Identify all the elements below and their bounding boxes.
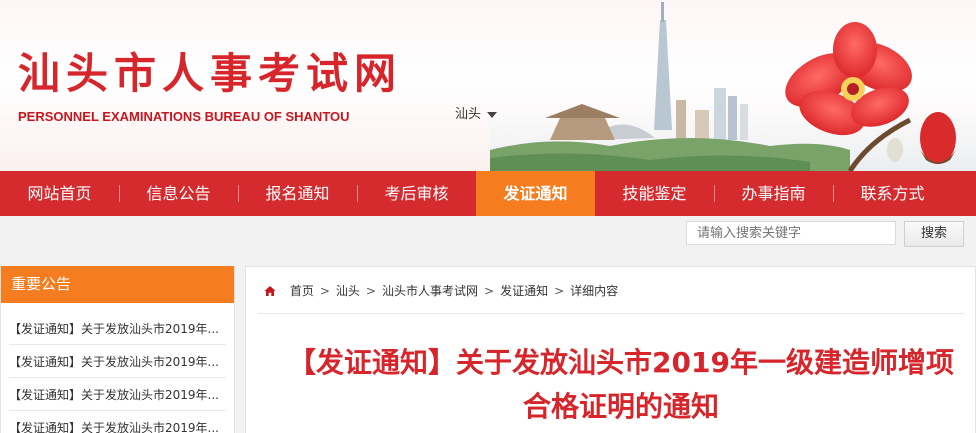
- breadcrumb-separator: >: [365, 284, 376, 298]
- city-selector[interactable]: 汕头: [455, 103, 498, 122]
- important-notices-panel: 重要公告 【发证通知】关于发放汕头市2019年... 【发证通知】关于发放汕头市…: [0, 266, 235, 433]
- nav-item-contact[interactable]: 联系方式: [833, 171, 952, 216]
- nav-item-registration[interactable]: 报名通知: [238, 171, 357, 216]
- city-selector-label: 汕头: [455, 107, 482, 122]
- breadcrumb-separator: >: [484, 284, 495, 298]
- search-bar: 搜索: [0, 216, 976, 252]
- panel-heading: 重要公告: [1, 266, 234, 303]
- site-subtitle: PERSONNEL EXAMINATIONS BUREAU OF SHANTOU: [18, 109, 350, 124]
- notice-list: 【发证通知】关于发放汕头市2019年... 【发证通知】关于发放汕头市2019年…: [1, 313, 234, 433]
- nav-item-post-exam-review[interactable]: 考后审核: [357, 171, 476, 216]
- notice-item[interactable]: 【发证通知】关于发放汕头市2019年...: [9, 379, 226, 411]
- search-input[interactable]: [686, 221, 896, 245]
- breadcrumb-site[interactable]: 汕头市人事考试网: [382, 284, 478, 298]
- nav-item-certificates[interactable]: 发证通知: [476, 171, 595, 216]
- breadcrumb-section[interactable]: 发证通知: [500, 284, 548, 298]
- breadcrumb: 首页 > 汕头 > 汕头市人事考试网 > 发证通知 > 详细内容: [264, 282, 618, 299]
- notice-item[interactable]: 【发证通知】关于发放汕头市2019年...: [9, 313, 226, 345]
- breadcrumb-separator: >: [319, 284, 330, 298]
- nav-item-skill-appraisal[interactable]: 技能鉴定: [595, 171, 714, 216]
- notice-item[interactable]: 【发证通知】关于发放汕头市2019年...: [9, 346, 226, 378]
- article-title: 【发证通知】关于发放汕头市2019年一级建造师增项合格证明的通知: [288, 346, 954, 423]
- chevron-down-icon: [487, 111, 498, 118]
- search-button[interactable]: 搜索: [904, 221, 964, 247]
- home-icon[interactable]: [264, 285, 276, 297]
- breadcrumb-city[interactable]: 汕头: [336, 284, 360, 298]
- article-panel: 首页 > 汕头 > 汕头市人事考试网 > 发证通知 > 详细内容 【发证通知】关于发放汕头市20…: [245, 266, 976, 433]
- notice-item[interactable]: 【发证通知】关于发放汕头市2019年...: [9, 412, 226, 433]
- main-nav: 网站首页 信息公告 报名通知 考后审核 发证通知 技能鉴定 办事指南 联系方式: [0, 171, 976, 216]
- breadcrumb-separator: >: [554, 284, 565, 298]
- nav-item-service-guide[interactable]: 办事指南: [714, 171, 833, 216]
- nav-item-announcements[interactable]: 信息公告: [119, 171, 238, 216]
- site-header: 汕头市人事考试网 PERSONNEL EXAMINATIONS BUREAU O…: [0, 0, 976, 171]
- city-skyline-illustration: [490, 2, 976, 171]
- divider: [258, 313, 964, 314]
- site-title: 汕头市人事考试网: [18, 49, 403, 98]
- breadcrumb-current: 详细内容: [570, 284, 619, 298]
- nav-item-home[interactable]: 网站首页: [0, 171, 119, 216]
- breadcrumb-home[interactable]: 首页: [290, 284, 314, 298]
